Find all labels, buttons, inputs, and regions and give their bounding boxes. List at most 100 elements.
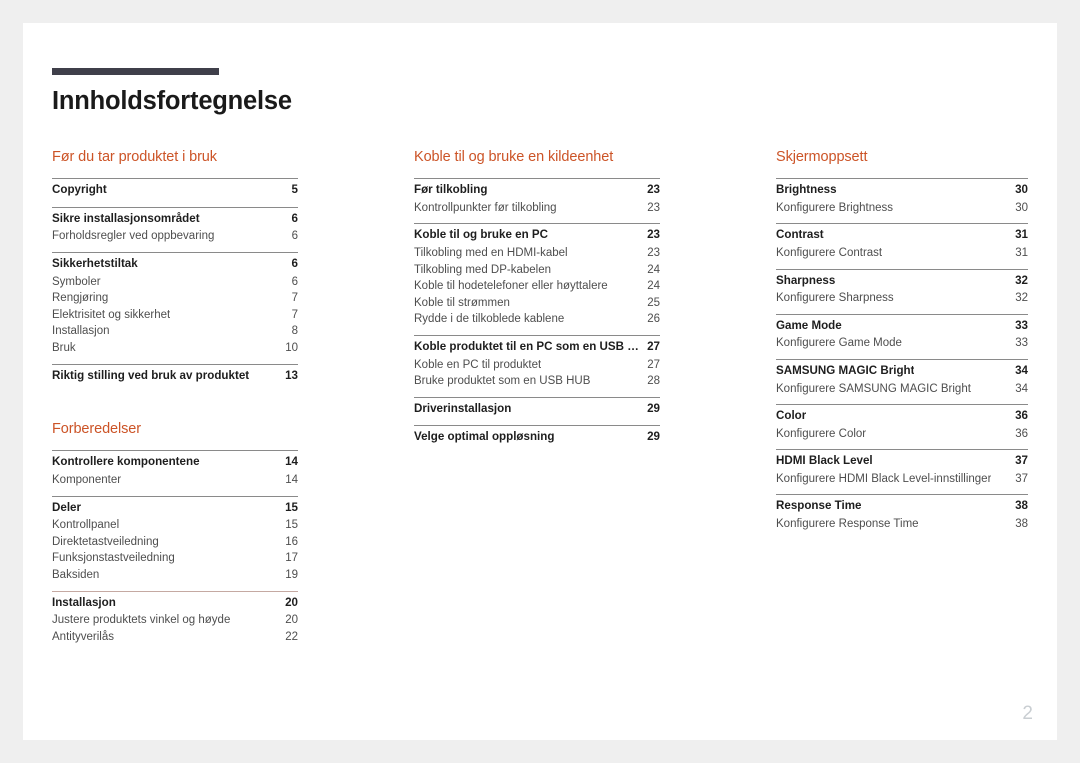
toc-entry-page: 6 — [291, 275, 298, 288]
toc-columns: Før du tar produktet i bruk Copyright 5 Sik… — [52, 149, 1054, 653]
toc-entry-sub[interactable]: Bruk 10 — [52, 340, 298, 357]
toc-entry-sub[interactable]: Koble til hodetelefoner eller høyttalere… — [414, 278, 660, 295]
toc-entry-main[interactable]: SAMSUNG MAGIC Bright 34 — [776, 363, 1028, 381]
toc-entry-sub[interactable]: Konfigurere SAMSUNG MAGIC Bright 34 — [776, 381, 1028, 398]
toc-entry-label: Riktig stilling ved bruk av produktet — [52, 368, 250, 382]
toc-entry-label: Justere produktets vinkel og høyde — [52, 614, 231, 627]
toc-entry-page: 33 — [1015, 337, 1028, 350]
toc-entry-label: Forholdsregler ved oppbevaring — [52, 230, 215, 243]
toc-entry-label: Deler — [52, 500, 82, 514]
toc-entry-page: 15 — [285, 500, 298, 514]
toc-section-heading: Forberedelser — [52, 421, 141, 438]
toc-entry-sub[interactable]: Koble til strømmen 25 — [414, 295, 660, 312]
toc-entry-page: 32 — [1015, 292, 1028, 305]
toc-entry-main[interactable]: Sikre installasjonsområdet 6 — [52, 211, 298, 229]
toc-entry-main[interactable]: Game Mode 33 — [776, 318, 1028, 336]
toc-entry-sub[interactable]: Konfigurere Game Mode 33 — [776, 335, 1028, 352]
toc-entry-sub[interactable]: Kontrollpanel 15 — [52, 517, 298, 534]
toc-entry-sub[interactable]: Justere produktets vinkel og høyde 20 — [52, 612, 298, 629]
toc-entry-page: 6 — [291, 230, 298, 243]
toc-entry-sub[interactable]: Antityverilås 22 — [52, 629, 298, 646]
toc-group: Koble produktet til en PC som en USB HUB… — [414, 334, 660, 390]
toc-group: Koble til og bruke en PC 23 Tilkobling med… — [414, 223, 660, 328]
toc-entry-sub[interactable]: Elektrisitet og sikkerhet 7 — [52, 307, 298, 324]
toc-entry-page: 32 — [1015, 273, 1028, 287]
toc-entry-main[interactable]: Driverinstallasjon 29 — [414, 401, 660, 419]
toc-group: Velge optimal oppløsning 29 — [414, 425, 660, 447]
toc-entry-label: Kontrollpunkter før tilkobling — [414, 201, 557, 214]
toc-entry-page: 27 — [647, 358, 660, 371]
toc-entry-page: 16 — [285, 535, 298, 548]
toc-entry-main[interactable]: Contrast 31 — [776, 227, 1028, 245]
toc-entry-label: Konfigurere Game Mode — [776, 337, 902, 350]
toc-entry-sub[interactable]: Forholdsregler ved oppbevaring 6 — [52, 228, 298, 245]
toc-entry-sub[interactable]: Konfigurere Brightness 30 — [776, 200, 1028, 217]
toc-entry-label: Konfigurere Brightness — [776, 201, 893, 214]
toc-section: Før du tar produktet i bruk Copyright 5 Sik… — [52, 149, 298, 385]
toc-entry-label: Konfigurere Response Time — [776, 518, 919, 531]
toc-entry-main[interactable]: Response Time 38 — [776, 498, 1028, 516]
toc-entry-label: Konfigurere Contrast — [776, 246, 883, 259]
toc-entry-page: 6 — [291, 211, 298, 225]
toc-entry-sub[interactable]: Symboler 6 — [52, 274, 298, 291]
toc-entry-main[interactable]: HDMI Black Level 37 — [776, 453, 1028, 471]
toc-entry-sub[interactable]: Funksjonstastveiledning 17 — [52, 550, 298, 567]
toc-entry-main[interactable]: Copyright 5 — [52, 182, 298, 200]
toc-entry-sub[interactable]: Konfigurere Response Time 38 — [776, 516, 1028, 533]
toc-group: Riktig stilling ved bruk av produktet 13 — [52, 363, 298, 386]
toc-entry-page: 29 — [647, 430, 660, 444]
toc-group: Sikre installasjonsområdet 6 Forholdsregle… — [52, 206, 298, 245]
toc-entry-label: Contrast — [776, 228, 824, 242]
toc-entry-sub[interactable]: Konfigurere HDMI Black Level-innstilling… — [776, 471, 1028, 488]
toc-entry-label: Baksiden — [52, 569, 100, 582]
toc-entry-main[interactable]: Koble til og bruke en PC 23 — [414, 227, 660, 245]
toc-entry-label: Installasjon — [52, 325, 110, 338]
toc-entry-main[interactable]: Installasjon 20 — [52, 595, 298, 613]
toc-entry-label: Sharpness — [776, 273, 836, 287]
page-number: 2 — [1022, 703, 1033, 724]
toc-entry-sub[interactable]: Konfigurere Color 36 — [776, 426, 1028, 443]
toc-entry-sub[interactable]: Kontrollpunkter før tilkobling 23 — [414, 200, 660, 217]
toc-group: Response Time 38 Konfigurere Response Time… — [776, 494, 1028, 532]
toc-entry-main[interactable]: Color 36 — [776, 408, 1028, 426]
toc-entry-label: Antityverilås — [52, 630, 114, 643]
toc-entry-main[interactable]: Kontrollere komponentene 14 — [52, 454, 298, 472]
toc-entry-page: 28 — [647, 375, 660, 388]
toc-entry-main[interactable]: Velge optimal oppløsning 29 — [414, 429, 660, 447]
toc-entry-sub[interactable]: Tilkobling med DP-kabelen 24 — [414, 262, 660, 279]
toc-entry-main[interactable]: Før tilkobling 23 — [414, 182, 660, 200]
toc-column-2: Koble til og bruke en kildeenhet Før tilk… — [414, 149, 660, 653]
toc-entry-sub[interactable]: Installasjon 8 — [52, 323, 298, 340]
toc-entry-sub[interactable]: Rydde i de tilkoblede kablene 26 — [414, 311, 660, 328]
toc-entry-page: 37 — [1015, 472, 1028, 485]
toc-entry-label: Tilkobling med DP-kabelen — [414, 263, 552, 276]
toc-entry-sub[interactable]: Konfigurere Contrast 31 — [776, 245, 1028, 262]
toc-entry-main[interactable]: Brightness 30 — [776, 182, 1028, 200]
toc-entry-main[interactable]: Sharpness 32 — [776, 273, 1028, 291]
toc-entry-page: 10 — [285, 341, 298, 354]
toc-entry-main[interactable]: Deler 15 — [52, 500, 298, 518]
toc-entry-page: 34 — [1015, 363, 1028, 377]
toc-entry-main[interactable]: Riktig stilling ved bruk av produktet 13 — [52, 368, 298, 386]
toc-entry-page: 36 — [1015, 427, 1028, 440]
toc-entry-sub[interactable]: Komponenter 14 — [52, 472, 298, 489]
toc-entry-sub[interactable]: Baksiden 19 — [52, 567, 298, 584]
toc-entry-page: 31 — [1015, 228, 1028, 242]
toc-entry-label: Komponenter — [52, 474, 122, 487]
toc-entry-page: 23 — [647, 183, 660, 197]
toc-entry-sub[interactable]: Bruke produktet som en USB HUB 28 — [414, 373, 660, 390]
toc-entry-main[interactable]: Koble produktet til en PC som en USB HUB… — [414, 339, 660, 357]
toc-entry-label: Copyright — [52, 183, 107, 197]
page-content: Innholdsfortegnelse Før du tar produktet… — [52, 68, 1054, 652]
toc-entry-sub[interactable]: Koble en PC til produktet 27 — [414, 357, 660, 374]
toc-entry-sub[interactable]: Direktetastveiledning 16 — [52, 534, 298, 551]
toc-entry-sub[interactable]: Konfigurere Sharpness 32 — [776, 290, 1028, 307]
toc-entry-page: 20 — [285, 595, 298, 609]
toc-entry-page: 26 — [647, 313, 660, 326]
toc-entry-main[interactable]: Sikkerhetstiltak 6 — [52, 256, 298, 274]
toc-entry-label: Koble produktet til en PC som en USB HUB — [414, 339, 640, 353]
toc-entry-sub[interactable]: Rengjøring 7 — [52, 290, 298, 307]
title-rule — [52, 68, 219, 75]
toc-entry-sub[interactable]: Tilkobling med en HDMI-kabel 23 — [414, 245, 660, 262]
toc-group: Deler 15 Kontrollpanel 15 Direktetastveiledn… — [52, 495, 298, 584]
